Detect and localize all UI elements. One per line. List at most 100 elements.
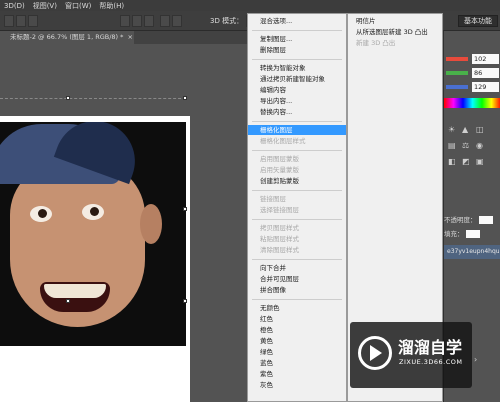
close-icon[interactable]: × <box>127 33 132 41</box>
scroll-arrow-icon[interactable]: › <box>474 355 477 364</box>
context-menu-item[interactable]: 转换为智能对象 <box>248 63 346 73</box>
watermark-brand: 溜溜自学 <box>398 338 463 357</box>
align-button[interactable] <box>132 15 142 27</box>
context-menu-item[interactable]: 紫色 <box>248 369 346 379</box>
document-tab-title: 未标题-2 @ 66.7% (图层 1, RGB/8) * <box>10 33 124 41</box>
menu-separator <box>252 121 342 122</box>
menu-window[interactable]: 窗口(W) <box>61 1 95 11</box>
context-menu-item[interactable]: 混合选项... <box>248 16 346 26</box>
tool-option-button[interactable] <box>16 15 26 27</box>
context-menu-item[interactable]: 创建剪贴蒙版 <box>248 176 346 186</box>
opacity-row: 不透明度： <box>444 214 500 224</box>
slider-track[interactable] <box>446 57 468 61</box>
fill-field[interactable] <box>465 230 480 238</box>
context-menu-item: 启用矢量蒙版 <box>260 166 299 174</box>
align-button[interactable] <box>120 15 130 27</box>
menu-separator <box>252 59 342 60</box>
curves-icon[interactable]: ◫ <box>476 125 484 134</box>
context-menu-item[interactable]: 灰色 <box>248 380 346 390</box>
levels-icon[interactable]: ▲ <box>462 125 468 134</box>
color-value-b[interactable]: 129 <box>472 82 499 92</box>
context-menu-item[interactable]: 无颜色 <box>248 303 346 313</box>
opacity-field[interactable] <box>478 216 493 224</box>
context-menu-item[interactable]: 合并可见图层 <box>248 274 346 284</box>
slider-track[interactable] <box>446 85 468 89</box>
tool-option-button[interactable] <box>4 15 14 27</box>
menu-view[interactable]: 视图(V) <box>29 1 61 11</box>
context-menu-item: 启用图层蒙版 <box>260 155 299 163</box>
ear-shape <box>140 204 162 244</box>
context-menu-item: 清除图层样式 <box>260 246 299 254</box>
transform-handle[interactable] <box>183 207 187 211</box>
transform-handle[interactable] <box>183 96 187 100</box>
context-menu-item[interactable]: 黄色 <box>248 336 346 346</box>
color-value-r[interactable]: 102 <box>472 54 499 64</box>
context-menu-item[interactable]: 蓝色 <box>248 358 346 368</box>
color-slider-b[interactable]: 129 <box>444 82 500 92</box>
adjustments-icons: ☀ ▲ ◫ ▤ ⚖ ◉ ◧ ◩ ▣ <box>444 121 500 191</box>
document-tab[interactable]: 未标题-2 @ 66.7% (图层 1, RGB/8) * × <box>0 31 134 44</box>
menu-separator <box>252 30 342 31</box>
transform-bounds <box>0 98 186 99</box>
color-value-g[interactable]: 86 <box>472 68 499 78</box>
context-menu-item[interactable]: 删除图层 <box>248 45 346 55</box>
teeth-shape <box>44 284 106 298</box>
opacity-label: 不透明度： <box>444 216 477 224</box>
menu-separator <box>252 259 342 260</box>
align-button[interactable] <box>144 15 154 27</box>
brightness-icon[interactable]: ☀ <box>448 125 455 134</box>
submenu-item[interactable]: 从所选图层新建 3D 凸出 <box>348 27 428 37</box>
context-menu-item: 粘贴图层样式 <box>260 235 299 243</box>
fill-row: 填充： <box>444 228 500 238</box>
submenu-item: 新建 3D 凸出 <box>356 39 396 47</box>
transform-handle[interactable] <box>183 299 187 303</box>
pupil <box>38 209 47 218</box>
tool-option-button[interactable] <box>28 15 38 27</box>
menu-bar: 3D(D) 视图(V) 窗口(W) 帮助(H) <box>0 0 500 11</box>
pupil <box>90 207 99 216</box>
photoshop-window: { "menubar": { "items": ["3D(D)", "视图(V)… <box>0 0 500 402</box>
menu-separator <box>252 190 342 191</box>
workspace-switcher[interactable]: 基本功能 <box>458 15 498 27</box>
watermark: 溜溜自学 ZIXUE.3D66.COM <box>350 322 472 388</box>
3d-mode-label: 3D 模式： <box>210 17 244 25</box>
context-menu-item[interactable]: 栅格化图层 <box>248 125 346 135</box>
balance-icon[interactable]: ⚖ <box>462 141 469 150</box>
distribute-button[interactable] <box>160 15 170 27</box>
transform-handle[interactable] <box>66 299 70 303</box>
camera-icon[interactable]: ◉ <box>476 141 483 150</box>
color-ramp[interactable] <box>444 98 500 108</box>
menu-3d[interactable]: 3D(D) <box>0 2 29 10</box>
context-menu-item: 选择链接图层 <box>260 206 299 214</box>
hue-icon[interactable]: ▤ <box>448 141 456 150</box>
invert-icon[interactable]: ◧ <box>448 157 456 166</box>
layer-context-menu: 混合选项... 复制图层... 删除图层转换为智能对象 通过拷贝新建智能对象 编辑内容导… <box>247 13 347 402</box>
color-slider-g[interactable]: 86 <box>444 68 500 78</box>
slider-track[interactable] <box>446 71 468 75</box>
context-menu-item[interactable]: 导出内容... <box>248 96 346 106</box>
eye-right <box>82 204 104 220</box>
context-menu-item[interactable]: 红色 <box>248 314 346 324</box>
fill-label: 填充： <box>444 230 464 238</box>
transform-handle[interactable] <box>66 96 70 100</box>
submenu-item[interactable]: 明信片 <box>348 16 376 26</box>
context-menu-item: 链接图层 <box>260 195 286 203</box>
menu-separator <box>252 150 342 151</box>
context-menu-item[interactable]: 通过拷贝新建智能对象 <box>248 74 346 84</box>
menu-help[interactable]: 帮助(H) <box>95 1 128 11</box>
distribute-button[interactable] <box>172 15 182 27</box>
context-menu-item[interactable]: 编辑内容 <box>248 85 346 95</box>
context-menu-item[interactable]: 绿色 <box>248 347 346 357</box>
context-menu-item[interactable]: 橙色 <box>248 325 346 335</box>
gradient-map-icon[interactable]: ▣ <box>476 157 484 166</box>
eye-left <box>30 206 52 222</box>
threshold-icon[interactable]: ◩ <box>462 157 470 166</box>
context-menu-item[interactable]: 替换内容... <box>248 107 346 117</box>
context-menu-item[interactable]: 复制图层... <box>248 34 346 44</box>
context-menu-item[interactable]: 向下合并 <box>248 263 346 273</box>
context-menu-item: 栅格化图层样式 <box>260 137 306 145</box>
layer-row-selected[interactable]: e37yv1eupn4hqu... <box>444 245 500 259</box>
context-menu-item[interactable]: 拼合图像 <box>248 285 346 295</box>
layer-image[interactable] <box>0 122 186 346</box>
color-slider-r[interactable]: 102 <box>444 54 500 64</box>
